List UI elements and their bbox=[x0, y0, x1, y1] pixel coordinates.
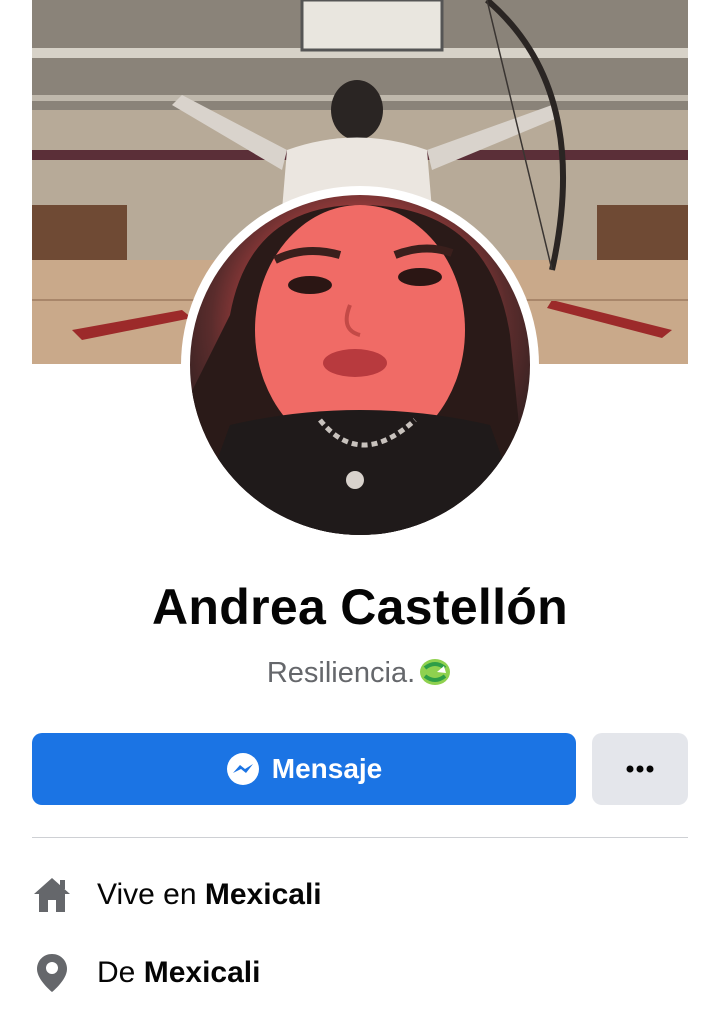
detail-value[interactable]: Mexicali bbox=[205, 878, 322, 911]
more-dots-icon bbox=[626, 765, 654, 773]
profile-name: Andrea Castellón bbox=[151, 579, 568, 635]
detail-row-from: De Mexicali bbox=[32, 950, 688, 996]
recycle-hands-emoji-icon bbox=[420, 659, 451, 685]
home-icon bbox=[32, 875, 72, 915]
avatar-image bbox=[190, 205, 530, 535]
more-options-button[interactable] bbox=[592, 733, 688, 805]
profile-bio-text: Resiliencia. bbox=[266, 657, 416, 689]
detail-text: Vive en Mexicali bbox=[97, 878, 322, 912]
detail-prefix: De bbox=[97, 956, 136, 989]
detail-text: De Mexicali bbox=[97, 956, 260, 990]
location-pin-icon bbox=[32, 953, 72, 993]
profile-bio: Resiliencia. bbox=[0, 654, 720, 690]
message-button-label: Mensaje bbox=[271, 753, 383, 784]
messenger-icon bbox=[226, 753, 259, 785]
section-divider bbox=[32, 837, 688, 838]
detail-value[interactable]: Mexicali bbox=[144, 956, 261, 989]
detail-row-lives-in: Vive en Mexicali bbox=[32, 872, 688, 918]
detail-prefix: Vive en bbox=[97, 878, 197, 911]
profile-avatar[interactable] bbox=[190, 195, 530, 535]
message-button[interactable]: Mensaje bbox=[32, 733, 576, 805]
